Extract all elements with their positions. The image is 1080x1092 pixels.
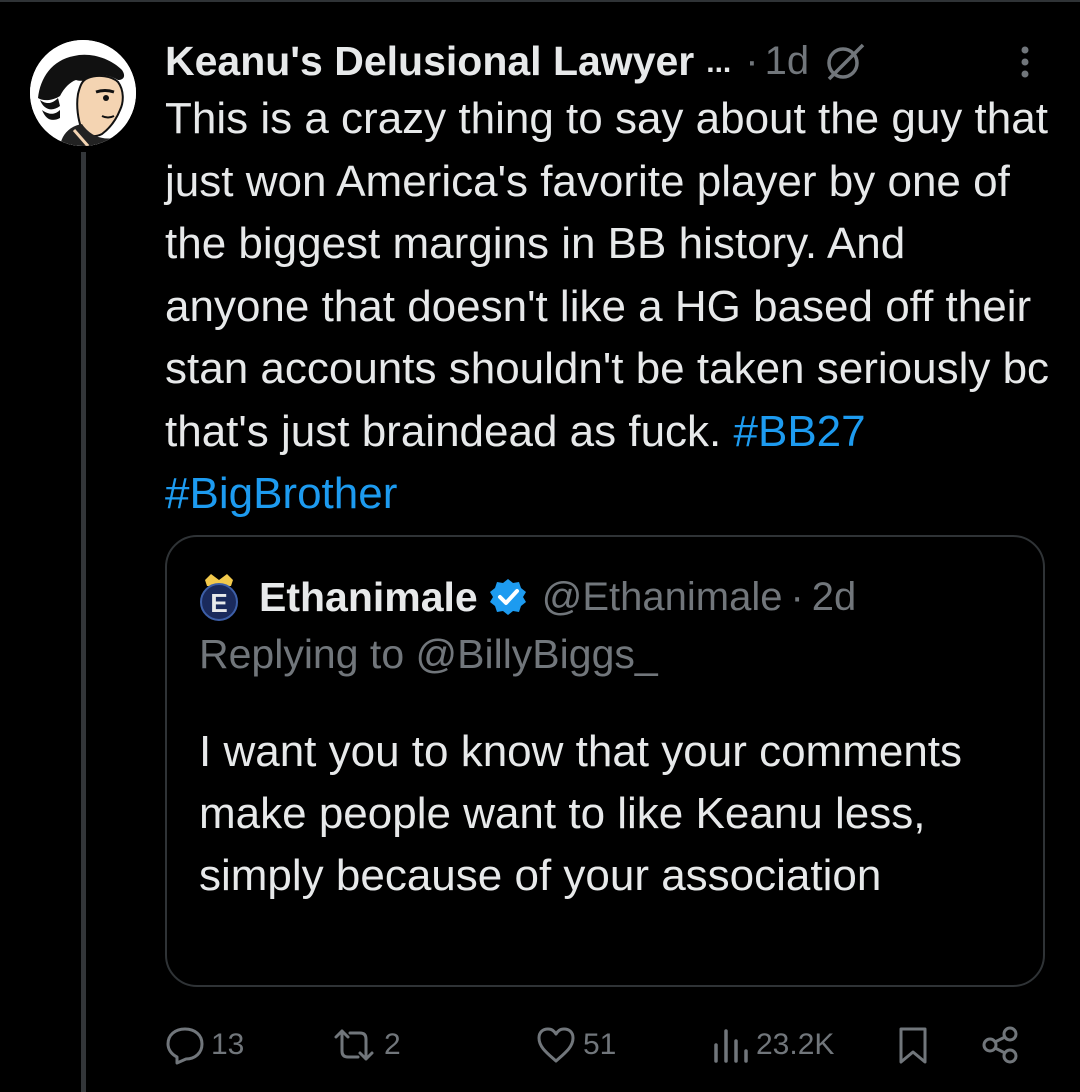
bookmark-button[interactable] [895, 1020, 931, 1070]
thread-line [81, 152, 86, 1092]
edit-history-icon[interactable] [823, 39, 867, 83]
like-icon [537, 1027, 575, 1063]
more-icon[interactable] [1010, 42, 1040, 82]
repost-icon [334, 1029, 374, 1061]
post-body: This is a crazy thing to say about the g… [165, 94, 1050, 456]
separator-dot: · [745, 38, 759, 83]
reply-button[interactable]: 13 [165, 1020, 244, 1070]
author-name[interactable]: Keanu's Delusional Lawyer [165, 38, 694, 85]
post-header: Keanu's Delusional Lawyer ... · 1d [165, 34, 1055, 88]
views-button[interactable]: 23.2K [710, 1020, 834, 1070]
name-ellipsis: ... [706, 46, 732, 79]
hashtag-bigbrother[interactable]: #BigBrother [165, 469, 397, 518]
quote-separator: · [790, 574, 804, 619]
repost-count: 2 [384, 1028, 401, 1061]
replying-to[interactable]: Replying to @BillyBiggs_ [199, 631, 658, 678]
post-text: This is a crazy thing to say about the g… [165, 88, 1060, 526]
quote-avatar[interactable]: E [197, 572, 241, 622]
quote-text: I want you to know that your comments ma… [199, 727, 963, 900]
like-button[interactable]: 51 [535, 1020, 616, 1070]
action-bar: 13 2 51 23.2K [165, 1020, 1065, 1070]
views-icon [714, 1029, 748, 1063]
quote-author-name[interactable]: Ethanimale [259, 574, 478, 621]
quote-avatar-letter: E [210, 588, 227, 618]
share-icon [982, 1026, 1018, 1064]
bookmark-icon [899, 1027, 927, 1064]
avatar[interactable] [30, 40, 136, 146]
hashtag-bb27[interactable]: #BB27 [734, 407, 866, 456]
share-button[interactable] [980, 1020, 1020, 1070]
post-time[interactable]: 1d [765, 39, 810, 84]
repost-button[interactable]: 2 [330, 1020, 401, 1070]
quote-time[interactable]: 2d [812, 575, 857, 620]
quote-header: E Ethanimale @Ethanimale · 2d [197, 567, 856, 627]
reply-count: 13 [211, 1028, 245, 1061]
reply-icon [166, 1027, 204, 1065]
verified-badge-icon [488, 577, 528, 617]
like-count: 51 [583, 1028, 617, 1061]
quote-handle[interactable]: @Ethanimale [542, 575, 783, 620]
quoted-post[interactable]: E Ethanimale @Ethanimale · 2d Replying t… [165, 535, 1045, 987]
views-count: 23.2K [756, 1028, 835, 1061]
top-divider [0, 0, 1080, 2]
